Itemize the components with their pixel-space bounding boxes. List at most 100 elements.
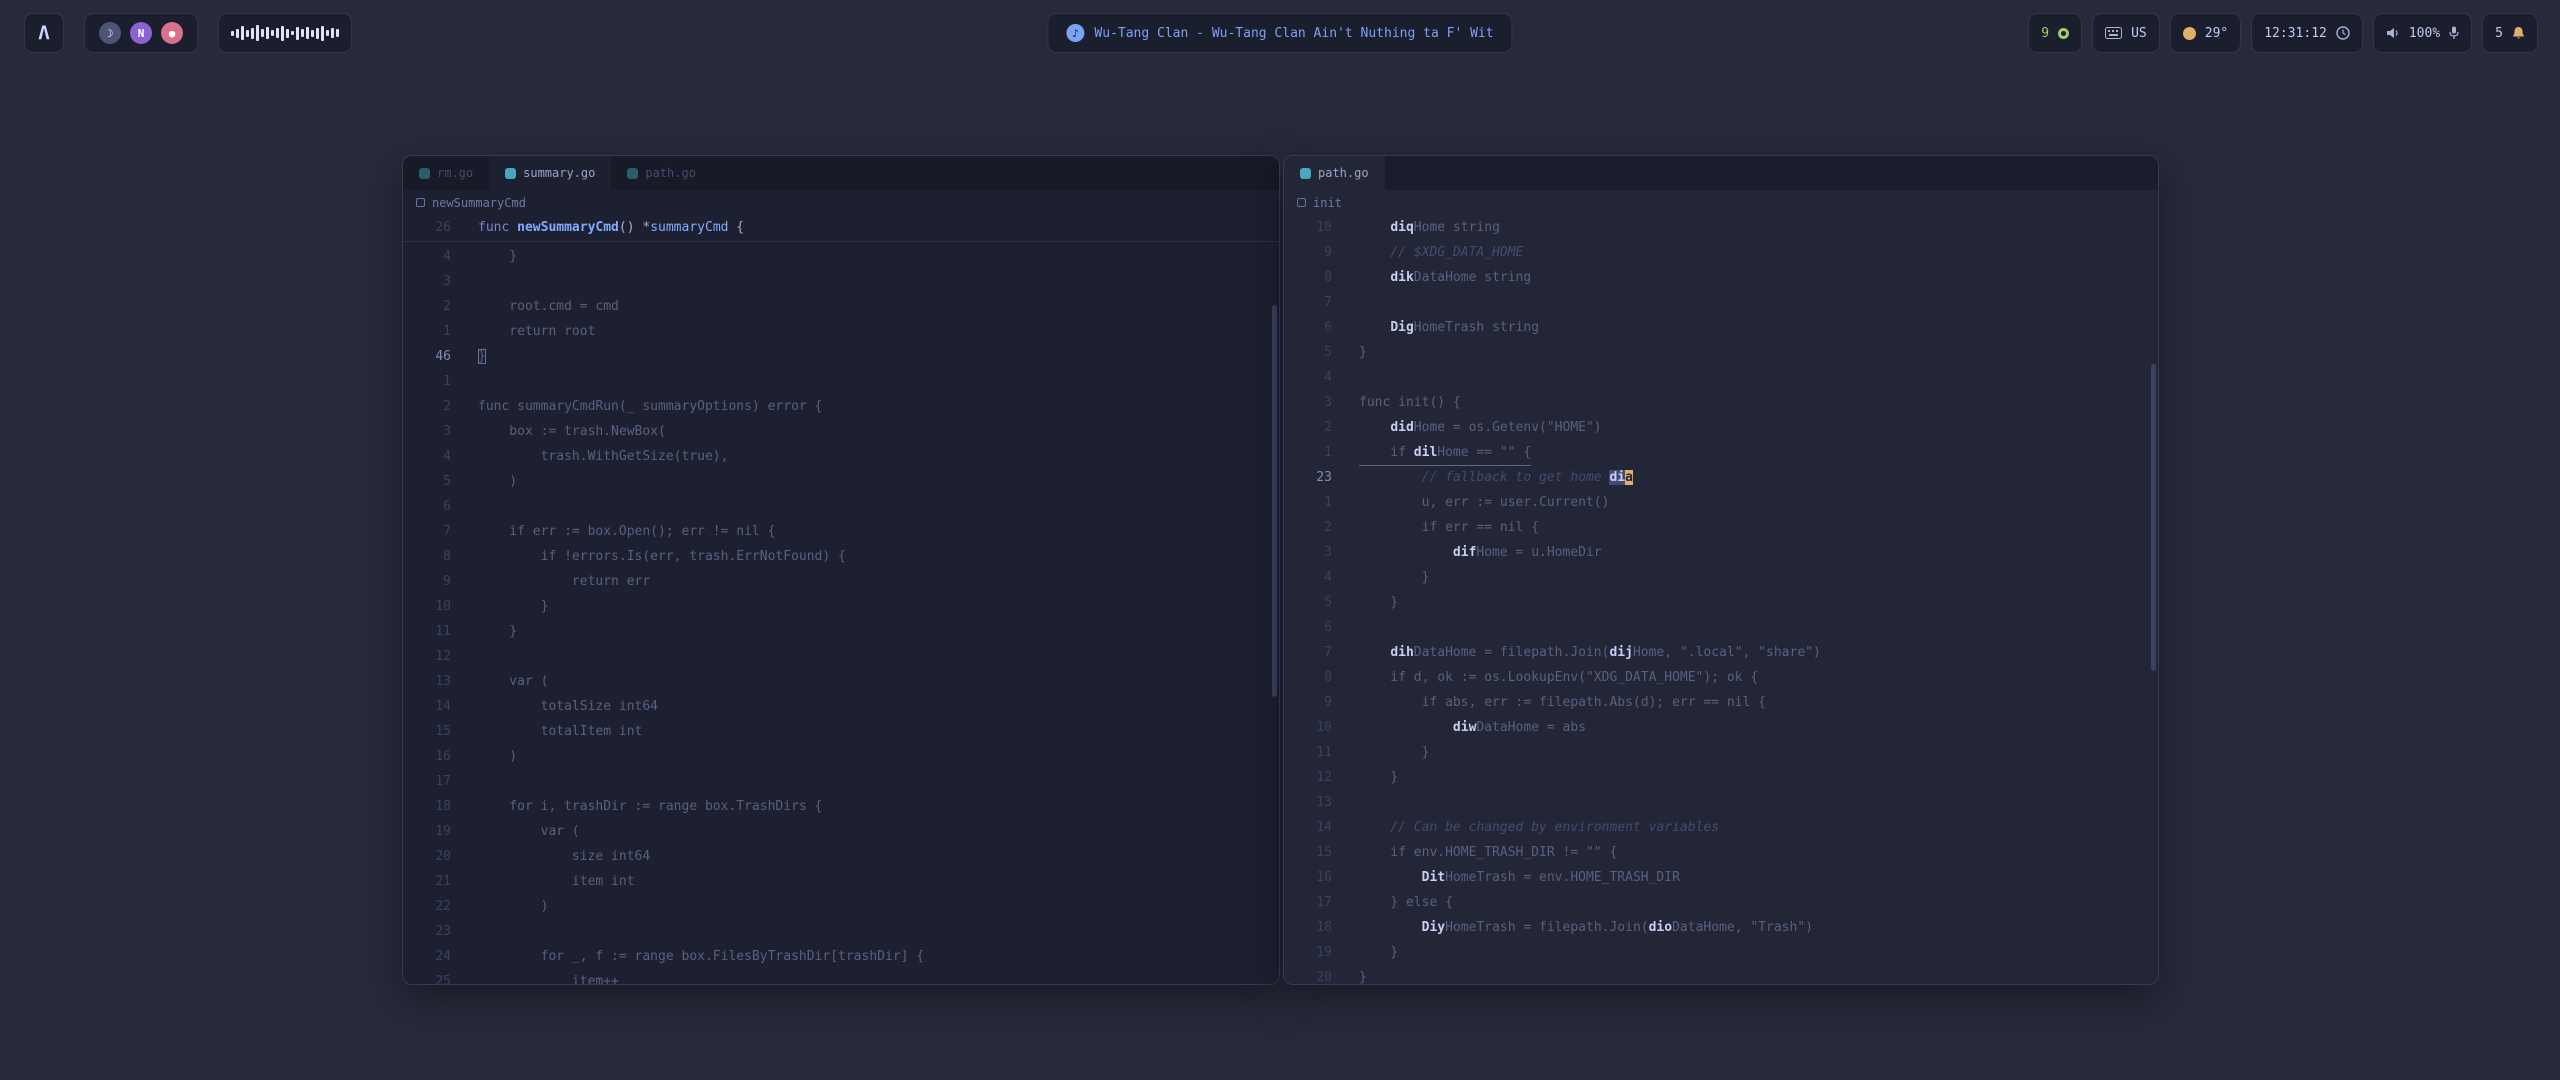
code-line[interactable]: 5} bbox=[1284, 340, 2158, 365]
code-line[interactable]: 4 trash.WithGetSize(true), bbox=[403, 444, 1279, 469]
tab-path.go[interactable]: path.go bbox=[611, 156, 712, 190]
code-line[interactable]: 3 difHome = u.HomeDir bbox=[1284, 540, 2158, 565]
volume-widget[interactable]: 100% bbox=[2373, 13, 2472, 53]
code-line[interactable]: 2 root.cmd = cmd bbox=[403, 294, 1279, 319]
code-line[interactable]: 12 } bbox=[1284, 765, 2158, 790]
code-line[interactable]: 23 bbox=[403, 919, 1279, 944]
code-line[interactable]: 21 item int bbox=[403, 869, 1279, 894]
code-line[interactable]: 7 bbox=[1284, 290, 2158, 315]
tab-label: path.go bbox=[645, 166, 696, 180]
breadcrumb-symbol: newSummaryCmd bbox=[432, 196, 526, 210]
scrollbar[interactable] bbox=[1272, 305, 1277, 697]
code-line[interactable]: 13 bbox=[1284, 790, 2158, 815]
code-line[interactable]: 2 if err == nil { bbox=[1284, 515, 2158, 540]
n-badge-icon[interactable]: N bbox=[130, 22, 152, 44]
weather-widget[interactable]: 29° bbox=[2170, 13, 2241, 53]
tab-path.go[interactable]: path.go bbox=[1284, 156, 1385, 190]
code-line[interactable]: 17 bbox=[403, 769, 1279, 794]
code-line[interactable]: 15 if env.HOME_TRASH_DIR != "" { bbox=[1284, 840, 2158, 865]
tab-rm.go[interactable]: rm.go bbox=[403, 156, 489, 190]
code-line[interactable]: 4 } bbox=[1284, 565, 2158, 590]
code-line[interactable]: 6 bbox=[1284, 615, 2158, 640]
code-line[interactable]: 20 size int64 bbox=[403, 844, 1279, 869]
code-line[interactable]: 4 bbox=[1284, 365, 2158, 390]
breadcrumb[interactable]: newSummaryCmd bbox=[403, 190, 1279, 215]
line-number: 11 bbox=[403, 619, 451, 644]
code-line[interactable]: 9 // $XDG_DATA_HOME bbox=[1284, 240, 2158, 265]
code-line[interactable]: 1 return root bbox=[403, 319, 1279, 344]
code-line[interactable]: 6 DigHomeTrash string bbox=[1284, 315, 2158, 340]
code-line[interactable]: 9 if abs, err := filepath.Abs(d); err ==… bbox=[1284, 690, 2158, 715]
clock-icon bbox=[2336, 26, 2350, 40]
notifications-widget[interactable]: 5 bbox=[2482, 13, 2538, 53]
code-line[interactable]: 20} bbox=[1284, 965, 2158, 984]
code-line[interactable]: 11 } bbox=[403, 619, 1279, 644]
code-line[interactable]: 18 DiyHomeTrash = filepath.Join(dioDataH… bbox=[1284, 915, 2158, 940]
code-line[interactable]: 14 totalSize int64 bbox=[403, 694, 1279, 719]
code-line[interactable]: 12 bbox=[403, 644, 1279, 669]
code-line[interactable]: 23 // fallback to get home dia bbox=[1284, 465, 2158, 490]
code-line[interactable]: 13 var ( bbox=[403, 669, 1279, 694]
code-line[interactable]: 1 bbox=[403, 369, 1279, 394]
code-line[interactable]: 5 } bbox=[1284, 590, 2158, 615]
volume-level: 100% bbox=[2409, 26, 2440, 41]
code-line[interactable]: 16 ) bbox=[403, 744, 1279, 769]
code-line[interactable]: 24 for _, f := range box.FilesByTrashDir… bbox=[403, 944, 1279, 969]
breadcrumb[interactable]: init bbox=[1284, 190, 2158, 215]
viz-bar bbox=[321, 26, 324, 41]
line-number: 3 bbox=[403, 419, 451, 444]
code-line[interactable]: 19 var ( bbox=[403, 819, 1279, 844]
code-line[interactable]: 3 box := trash.NewBox( bbox=[403, 419, 1279, 444]
status-moon-icon[interactable]: ☽ bbox=[99, 22, 121, 44]
code-line[interactable]: 4 } bbox=[403, 244, 1279, 269]
scrollbar[interactable] bbox=[2151, 364, 2156, 671]
line-number: 18 bbox=[1284, 915, 1332, 940]
code-line[interactable]: 10 diqHome string bbox=[1284, 215, 2158, 240]
media-player-widget[interactable]: ♪ Wu-Tang Clan - Wu-Tang Clan Ain't Nuth… bbox=[1047, 13, 1512, 53]
code-line[interactable]: 15 totalItem int bbox=[403, 719, 1279, 744]
code-line[interactable]: 10 } bbox=[403, 594, 1279, 619]
code-line[interactable]: 9 return err bbox=[403, 569, 1279, 594]
code-line[interactable]: 7 dihDataHome = filepath.Join(dijHome, "… bbox=[1284, 640, 2158, 665]
code-line[interactable]: 7 if err := box.Open(); err != nil { bbox=[403, 519, 1279, 544]
code-editor[interactable]: 10 diqHome string9 // $XDG_DATA_HOME8 di… bbox=[1284, 215, 2158, 984]
viz-bar bbox=[271, 30, 274, 36]
viz-bar bbox=[276, 28, 279, 38]
code-line[interactable]: 2func summaryCmdRun(_ summaryOptions) er… bbox=[403, 394, 1279, 419]
clock-widget[interactable]: 12:31:12 bbox=[2251, 13, 2363, 53]
viz-bar bbox=[241, 26, 244, 40]
code-line[interactable]: 1 u, err := user.Current() bbox=[1284, 490, 2158, 515]
code-line[interactable]: 3 bbox=[403, 269, 1279, 294]
code-line[interactable]: 14 // Can be changed by environment vari… bbox=[1284, 815, 2158, 840]
code-line[interactable]: 8 if !errors.Is(err, trash.ErrNotFound) … bbox=[403, 544, 1279, 569]
window-count-widget[interactable]: 9 bbox=[2028, 13, 2082, 53]
code-line[interactable]: 16 DitHomeTrash = env.HOME_TRASH_DIR bbox=[1284, 865, 2158, 890]
code-text: // Can be changed by environment variabl… bbox=[1359, 815, 1719, 840]
launcher-button[interactable]: Λ bbox=[24, 13, 64, 53]
code-line[interactable]: 2 didHome = os.Getenv("HOME") bbox=[1284, 415, 2158, 440]
keyboard-layout-widget[interactable]: US bbox=[2092, 13, 2160, 53]
viz-bar bbox=[236, 29, 239, 38]
code-line[interactable]: 22 ) bbox=[403, 894, 1279, 919]
code-line[interactable]: 26func newSummaryCmd() *summaryCmd { bbox=[403, 215, 1279, 242]
viz-bar bbox=[316, 28, 319, 39]
code-line[interactable]: 1 if dilHome == "" { bbox=[1284, 440, 2158, 465]
line-number: 4 bbox=[1284, 365, 1332, 390]
line-number: 1 bbox=[403, 369, 451, 394]
code-line[interactable]: 11 } bbox=[1284, 740, 2158, 765]
code-line[interactable]: 8 dikDataHome string bbox=[1284, 265, 2158, 290]
tab-summary.go[interactable]: summary.go bbox=[489, 156, 611, 190]
code-line[interactable]: 6 bbox=[403, 494, 1279, 519]
code-line[interactable]: 18 for i, trashDir := range box.TrashDir… bbox=[403, 794, 1279, 819]
code-line[interactable]: 10 diwDataHome = abs bbox=[1284, 715, 2158, 740]
code-line[interactable]: 17 } else { bbox=[1284, 890, 2158, 915]
code-line[interactable]: 46} bbox=[403, 344, 1279, 369]
system-tray[interactable]: ☽ N ● bbox=[84, 13, 198, 53]
media-dot-icon[interactable]: ● bbox=[161, 22, 183, 44]
code-line[interactable]: 19 } bbox=[1284, 940, 2158, 965]
code-line[interactable]: 25 item++ bbox=[403, 969, 1279, 984]
code-line[interactable]: 3func init() { bbox=[1284, 390, 2158, 415]
code-editor[interactable]: 26func newSummaryCmd() *summaryCmd {4 }3… bbox=[403, 215, 1279, 984]
code-line[interactable]: 5 ) bbox=[403, 469, 1279, 494]
code-line[interactable]: 8 if d, ok := os.LookupEnv("XDG_DATA_HOM… bbox=[1284, 665, 2158, 690]
